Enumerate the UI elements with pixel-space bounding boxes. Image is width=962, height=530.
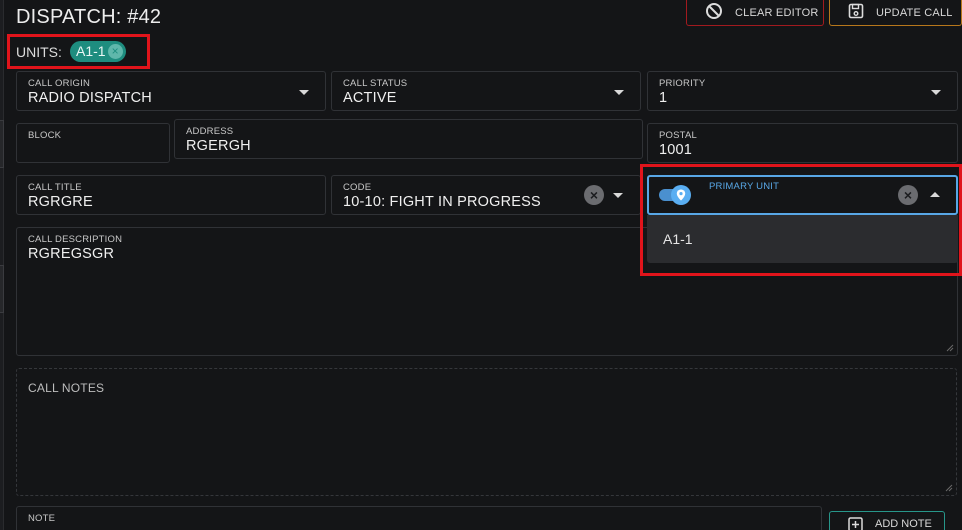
call-origin-value: RADIO DISPATCH [28,90,152,106]
call-title-label: CALL TITLE [28,182,82,193]
chevron-down-icon[interactable] [931,90,941,95]
call-description-label: CALL DESCRIPTION [28,234,123,245]
call-status-select[interactable]: CALL STATUS ACTIVE [331,71,641,111]
call-status-value: ACTIVE [343,90,397,106]
rail-tab[interactable] [0,120,4,168]
postal-label: POSTAL [659,130,697,141]
units-label: UNITS: [16,44,62,60]
call-title-value: RGRGRE [28,194,93,210]
clear-icon[interactable]: × [584,185,604,205]
code-label: CODE [343,182,372,193]
ban-icon [705,2,723,23]
address-label: ADDRESS [186,126,234,137]
call-origin-select[interactable]: CALL ORIGIN RADIO DISPATCH [16,71,326,111]
call-origin-label: CALL ORIGIN [28,78,91,89]
update-call-label: UPDATE CALL [876,6,953,19]
clear-editor-button[interactable]: CLEAR EDITOR [686,0,824,26]
call-description-value: RGREGSGR [28,246,115,262]
priority-select[interactable]: PRIORITY 1 [647,71,958,111]
block-label: BLOCK [28,130,62,141]
postal-field[interactable]: POSTAL 1001 [647,123,958,163]
call-notes-placeholder: CALL NOTES [28,381,105,395]
add-note-button[interactable]: ADD NOTE [829,511,945,530]
add-note-label: ADD NOTE [875,518,932,530]
update-call-button[interactable]: UPDATE CALL [829,0,962,26]
chevron-down-icon[interactable] [614,90,624,95]
block-field[interactable]: BLOCK [16,123,170,163]
address-value: RGERGH [186,138,251,154]
code-value: 10-10: FIGHT IN PROGRESS [343,194,541,210]
chevron-down-icon[interactable] [613,193,623,198]
resize-handle-icon[interactable] [945,484,953,492]
postal-value: 1001 [659,142,693,158]
floppy-disk-icon [848,3,864,22]
call-status-label: CALL STATUS [343,78,408,89]
clear-editor-label: CLEAR EDITOR [735,6,819,19]
call-title-field[interactable]: CALL TITLE RGRGRE [16,175,326,215]
primary-unit-highlight-box [640,164,962,276]
note-label: NOTE [28,513,56,524]
unit-chip-label: A1-1 [76,43,106,59]
address-field[interactable]: ADDRESS RGERGH [174,119,643,159]
note-field[interactable]: NOTE [16,506,822,530]
page-title: DISPATCH: #42 [16,6,162,28]
close-icon[interactable]: × [107,44,123,59]
chevron-down-icon[interactable] [299,90,309,95]
priority-label: PRIORITY [659,78,706,89]
resize-handle-icon[interactable] [946,344,954,352]
call-notes-area[interactable] [16,368,957,496]
plus-square-icon [848,516,863,530]
left-rail [0,0,4,530]
priority-value: 1 [659,90,668,106]
unit-chip[interactable]: A1-1 × [70,41,126,62]
code-select[interactable]: CODE 10-10: FIGHT IN PROGRESS × [331,175,641,215]
rail-tab[interactable] [0,265,4,313]
